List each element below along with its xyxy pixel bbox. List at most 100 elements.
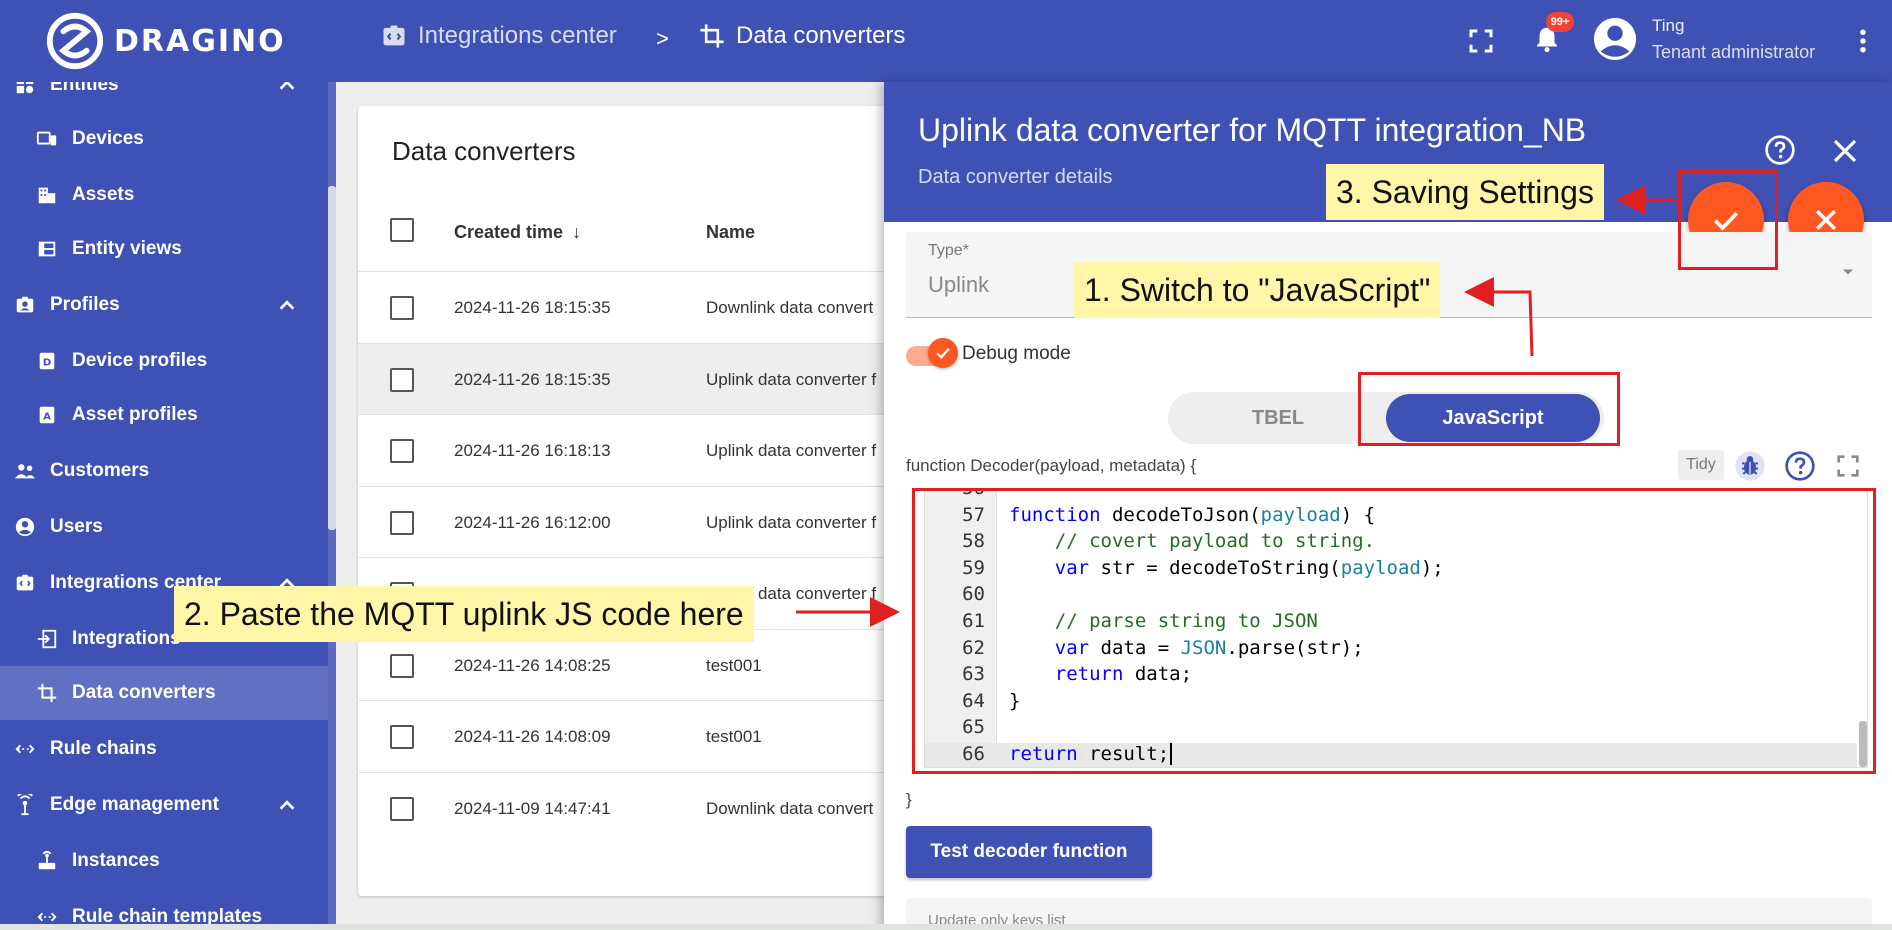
fullscreen-icon[interactable] [1466, 26, 1496, 56]
sidebar-item-label: Profiles [50, 294, 120, 315]
sidebar-item-label: Rule chains [50, 738, 157, 759]
row-created-time: 2024-11-26 18:15:35 [454, 298, 611, 317]
table-row[interactable]: 2024-11-26 14:08:09 test001 [358, 700, 918, 771]
row-name: Uplink data converter f [706, 369, 877, 389]
breadcrumb-integrations-center[interactable]: Integrations center [380, 22, 617, 50]
sidebar-item-label: Assets [72, 184, 135, 205]
sidebar-item-customers[interactable]: Customers [0, 444, 328, 498]
sidebar-item-label: Entity views [72, 238, 182, 259]
devices-icon [36, 128, 58, 150]
integrations-center-icon [383, 25, 405, 46]
table-row[interactable]: 2024-11-26 18:15:35 Uplink data converter… [358, 342, 918, 414]
help-icon[interactable] [1764, 134, 1796, 166]
type-label: Type* [928, 242, 969, 259]
annotation-box-editor [912, 488, 1876, 774]
check-icon [936, 348, 950, 359]
sidebar-item-edge-management[interactable]: Edge management [0, 778, 328, 832]
sidebar-item-label: Users [50, 516, 103, 537]
help-icon[interactable] [1784, 450, 1816, 482]
sidebar-item-users[interactable]: Users [0, 500, 328, 554]
debug-mode-label: Debug mode [962, 343, 1071, 364]
sidebar-item-label: Device profiles [72, 350, 208, 371]
row-checkbox[interactable] [390, 296, 414, 320]
device-profiles-icon: D [36, 350, 58, 372]
select-all-checkbox[interactable] [390, 218, 414, 242]
sidebar-item-label: Asset profiles [72, 404, 198, 425]
assets-icon [36, 184, 58, 206]
sidebar-item-rule-chains[interactable]: Rule chains [0, 722, 328, 776]
function-closing-brace: } [906, 790, 912, 809]
dragino-logo-icon [46, 12, 104, 70]
sidebar-item-label: Customers [50, 460, 150, 481]
table-row[interactable]: 2024-11-26 18:15:35 Downlink data convert [358, 271, 918, 342]
type-value: Uplink [928, 272, 990, 297]
chevron-up-icon[interactable] [276, 794, 298, 816]
row-checkbox[interactable] [390, 725, 414, 749]
row-name: Uplink data converter f [706, 441, 877, 460]
row-created-time: 2024-11-26 14:08:09 [454, 727, 611, 746]
table-row[interactable]: 2024-11-26 16:12:00 Uplink data converter… [358, 485, 918, 557]
panel-title: Uplink data converter for MQTT integrati… [918, 112, 1587, 148]
sidebar-item-assets[interactable]: Assets [0, 168, 328, 222]
sidebar-item-device-profiles[interactable]: D Device profiles [0, 334, 328, 388]
sidebar-item-label: Edge management [50, 794, 219, 815]
notifications-badge: 99+ [1546, 12, 1574, 32]
account-circle-icon[interactable] [1592, 16, 1638, 62]
row-name: test001 [706, 655, 762, 675]
page-title: Data converters [392, 136, 576, 166]
fullscreen-icon[interactable] [1834, 452, 1862, 480]
annotation-step-1: 1. Switch to "JavaScript" [1074, 262, 1441, 318]
chevron-down-icon [1843, 269, 1853, 275]
table-row[interactable]: 2024-11-09 14:47:41 Downlink data convert [358, 771, 918, 843]
chevron-up-icon[interactable] [276, 294, 298, 316]
sidebar-item-entity-views[interactable]: Entity views [0, 222, 328, 276]
row-checkbox[interactable] [390, 653, 414, 678]
svg-text:A: A [43, 412, 51, 423]
row-checkbox[interactable] [390, 796, 414, 821]
column-created-label: Created time [454, 222, 564, 242]
sidebar-item-devices[interactable]: Devices [0, 112, 328, 166]
sidebar-item-asset-profiles[interactable]: A Asset profiles [0, 388, 328, 442]
test-decoder-button[interactable]: Test decoder function [906, 826, 1152, 878]
window-bottom-edge [0, 924, 1892, 930]
row-checkbox[interactable] [390, 439, 414, 463]
edge-management-icon [14, 794, 36, 816]
svg-text:D: D [43, 358, 51, 369]
crop-icon [700, 24, 724, 48]
entity-views-icon [36, 238, 58, 260]
breadcrumb-data-converters: Data converters [698, 22, 905, 50]
table-row[interactable]: 2024-11-26 16:18:13 Uplink data converter… [358, 414, 918, 485]
top-bar: Integrations center > Data converters 99… [336, 0, 1892, 82]
sidebar-item-data-converters[interactable]: Data converters [0, 666, 328, 720]
logo[interactable]: DRAGINO [0, 0, 336, 82]
row-checkbox[interactable] [390, 367, 414, 392]
row-name: Uplink data converter f [706, 512, 877, 532]
rule-chains-icon [14, 738, 36, 760]
logo-text: DRAGINO [114, 23, 286, 59]
annotation-step-2: 2. Paste the MQTT uplink JS code here [174, 586, 754, 642]
sidebar-scrollbar-thumb[interactable] [328, 186, 336, 530]
more-vert-icon[interactable] [1848, 26, 1878, 56]
user-role: Tenant administrator [1652, 42, 1816, 62]
sidebar-item-label: Instances [72, 850, 160, 871]
asset-profiles-icon: A [36, 404, 58, 426]
tidy-button[interactable]: Tidy [1678, 450, 1724, 480]
row-name: Downlink data convert [706, 298, 874, 317]
data-converters-card: Data converters Created time ↓ Name 2024… [358, 106, 918, 896]
column-header-created-time[interactable]: Created time ↓ [454, 222, 581, 243]
sidebar-item-profiles[interactable]: Profiles [0, 278, 328, 332]
panel-subtitle: Data converter details [918, 166, 1113, 188]
row-created-time: 2024-11-26 16:18:13 [454, 441, 611, 460]
close-icon[interactable] [1830, 136, 1860, 166]
sidebar-item-label: Integrations [72, 628, 181, 649]
function-signature: function Decoder(payload, metadata) { [906, 456, 1197, 475]
sidebar-item-instances[interactable]: Instances [0, 834, 328, 888]
tbel-option[interactable]: TBEL [1168, 392, 1388, 444]
column-header-name[interactable]: Name [706, 222, 755, 243]
debug-bug-icon[interactable] [1734, 450, 1766, 482]
row-checkbox[interactable] [390, 510, 414, 535]
breadcrumb-2-label: Data converters [736, 22, 906, 49]
arrow-down-icon: ↓ [572, 222, 582, 242]
debug-toggle[interactable] [928, 338, 958, 368]
row-created-time: 2024-11-09 14:47:41 [454, 798, 611, 818]
